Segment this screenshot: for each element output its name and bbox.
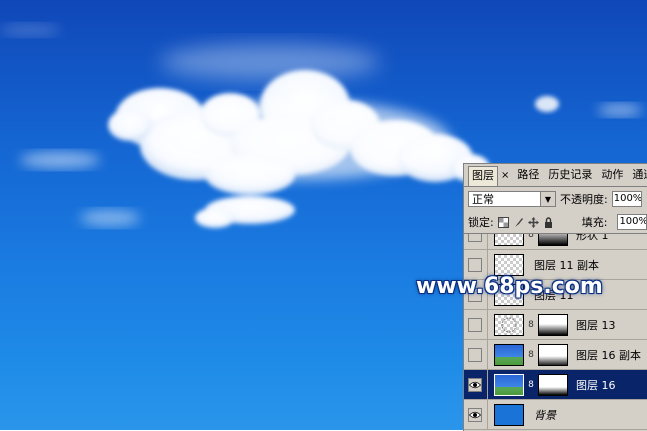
close-icon[interactable]: ×	[501, 169, 509, 186]
visibility-toggle[interactable]	[468, 377, 482, 392]
layer-name: 图层 13	[576, 318, 616, 332]
move-icon[interactable]	[527, 216, 539, 228]
link-icon: 8	[528, 319, 534, 330]
opacity-label: 不透明度:	[560, 193, 608, 206]
layer-row[interactable]: 8 图层 16 副本	[464, 339, 647, 370]
lock-row: 锁定: 填充: 100%	[464, 211, 647, 234]
eye-icon	[469, 411, 481, 418]
layer-row[interactable]: 背景	[464, 399, 647, 430]
layer-mask-thumbnail[interactable]	[538, 343, 568, 366]
tab-actions[interactable]: 动作	[597, 165, 627, 186]
blend-row: 正常 ▼ 不透明度: 100%	[464, 187, 647, 211]
layer-thumbnail	[494, 234, 524, 246]
circle-shape-icon	[501, 317, 517, 332]
link-icon: 8	[528, 379, 534, 390]
layer-thumbnail	[494, 253, 524, 276]
opacity-input[interactable]: 100%	[611, 191, 642, 207]
tab-layers[interactable]: 图层	[468, 166, 498, 186]
tab-history[interactable]: 历史记录	[544, 165, 596, 186]
brush-icon[interactable]	[513, 217, 524, 228]
visibility-toggle[interactable]	[468, 317, 482, 332]
visibility-toggle[interactable]	[468, 234, 482, 242]
layer-mask-thumbnail[interactable]	[538, 234, 568, 246]
blend-mode-value: 正常	[472, 193, 494, 206]
layer-thumbnail	[494, 403, 524, 426]
layer-mask-thumbnail[interactable]	[538, 373, 568, 396]
layer-name: 图层 16	[576, 378, 616, 392]
visibility-toggle[interactable]	[468, 257, 482, 272]
blend-mode-select[interactable]: 正常 ▼	[468, 191, 556, 207]
fill-label: 填充:	[581, 216, 608, 229]
visibility-toggle[interactable]	[468, 347, 482, 362]
link-icon: 8	[528, 349, 534, 360]
layer-list: 8 形状 1 图层 11 副本 图层 11 8 图层 13 8 图层 16 副本…	[464, 234, 647, 431]
panel-tabs: 图层 × 路径 历史记录 动作 通道	[464, 164, 647, 187]
layer-thumbnail	[494, 343, 524, 366]
visibility-toggle[interactable]	[468, 407, 482, 422]
watermark-text: www.68ps.com	[416, 274, 603, 299]
tab-channels[interactable]: 通道	[628, 165, 647, 186]
eye-icon	[469, 381, 481, 388]
layer-row[interactable]: 8 图层 13	[464, 309, 647, 340]
lock-icon[interactable]	[543, 216, 554, 228]
layer-name: 背景	[534, 408, 556, 422]
fill-input[interactable]: 100%	[617, 214, 647, 230]
layer-name: 形状 1	[576, 234, 609, 242]
lock-label: 锁定:	[468, 216, 494, 229]
layer-thumbnail	[494, 313, 524, 336]
layer-row[interactable]: 8 形状 1	[464, 234, 647, 250]
layer-name: 图层 16 副本	[576, 348, 641, 362]
layer-row-selected[interactable]: 8 图层 16	[464, 369, 647, 400]
chevron-down-icon[interactable]: ▼	[540, 192, 555, 206]
layer-thumbnail	[494, 373, 524, 396]
lock-transparency-icon[interactable]	[497, 216, 509, 228]
link-icon: 8	[528, 234, 534, 240]
layer-mask-thumbnail[interactable]	[538, 313, 568, 336]
layer-name: 图层 11 副本	[534, 258, 599, 272]
tab-paths[interactable]: 路径	[513, 165, 543, 186]
